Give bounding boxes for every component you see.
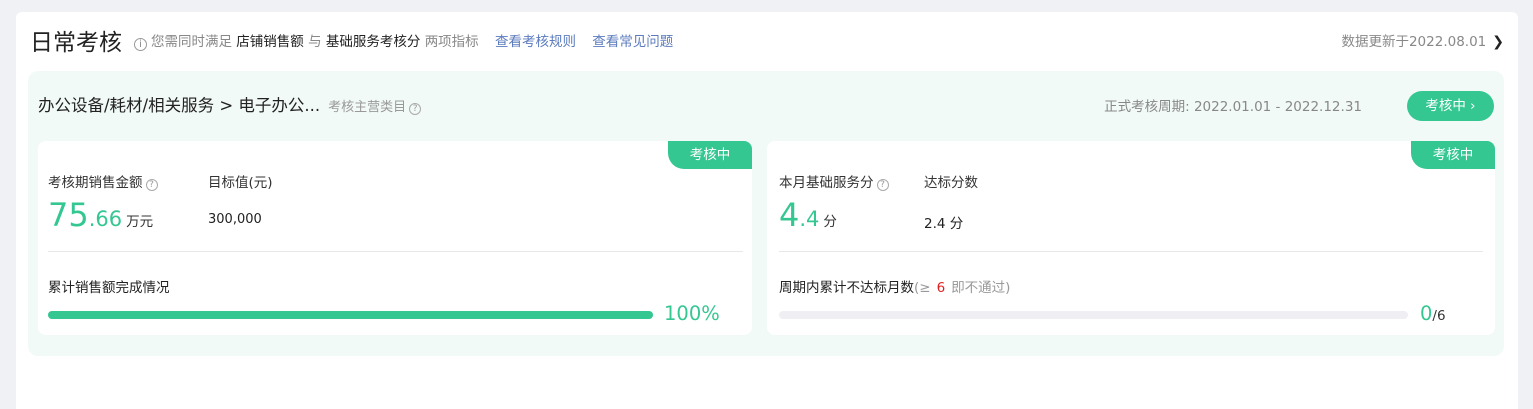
divider (48, 251, 743, 252)
service-value: 4.4 分 (779, 196, 837, 234)
sales-progress-fill (48, 311, 653, 319)
chevron-right-icon: ❯ (1492, 34, 1504, 50)
metric-sales-label: 店铺销售额 (236, 34, 304, 50)
sales-value: 75.66 万元 (48, 196, 154, 234)
failed-months-count: 0/6 (1420, 302, 1446, 325)
failed-months-label: 周期内累计不达标月数(≥ 6 即不通过) (779, 280, 1011, 296)
view-rules-link[interactable]: 查看考核规则 (495, 34, 576, 50)
sales-progress-percent: 100% (664, 302, 720, 325)
help-icon[interactable]: ? (876, 179, 889, 191)
service-metric-label: 本月基础服务分? (779, 171, 889, 191)
view-faq-link[interactable]: 查看常见问题 (592, 34, 673, 50)
assessment-period: 正式考核周期: 2022.01.01 - 2022.12.31 (1104, 99, 1362, 115)
status-badge: 考核中 (1411, 141, 1495, 169)
daily-assessment-card: 日常考核 i 您需同时满足 店铺销售额 与 基础服务考核分 两项指标 查看考核规则… (16, 12, 1518, 409)
help-icon[interactable]: ? (145, 179, 158, 191)
target-label: 目标值(元) (208, 175, 273, 191)
sales-progress-bar (48, 311, 653, 319)
divider (779, 251, 1483, 252)
status-badge: 考核中 (668, 141, 752, 169)
pass-score-value: 2.4 分 (924, 216, 964, 232)
metric-service-label: 基础服务考核分 (325, 34, 421, 50)
category-sub-label: 考核主营类目 (328, 100, 407, 115)
data-update-link[interactable]: 数据更新于2022.08.01 ❯ (1341, 33, 1504, 51)
target-value: 300,000 (208, 212, 262, 227)
status-button[interactable]: 考核中 › (1407, 91, 1494, 121)
category-title: 办公设备/耗材/相关服务 > 电子办公... 考核主营类目? (38, 95, 422, 119)
failed-months-progress-bar (779, 311, 1408, 319)
category-name: 办公设备/耗材/相关服务 > 电子办公... (38, 96, 321, 115)
card-header: 日常考核 i 您需同时满足 店铺销售额 与 基础服务考核分 两项指标 查看考核规则… (16, 12, 1518, 70)
pass-score-label: 达标分数 (924, 175, 978, 191)
help-icon[interactable]: ? (409, 103, 422, 115)
service-card: 考核中 本月基础服务分? 4.4 分 达标分数 2.4 分 周期内累计不达标月数(… (767, 141, 1495, 335)
sales-progress-label: 累计销售额完成情况 (48, 280, 170, 296)
sales-card: 考核中 考核期销售金额? 75.66 万元 目标值(元) 300,000 累计销售… (38, 141, 752, 335)
page-title: 日常考核 (30, 30, 122, 56)
sales-metric-label: 考核期销售金额? (48, 171, 158, 191)
info-icon: i (134, 38, 147, 51)
requirement-tip: i 您需同时满足 店铺销售额 与 基础服务考核分 两项指标 查看考核规则 查看常见… (134, 32, 673, 52)
category-panel: 办公设备/耗材/相关服务 > 电子办公... 考核主营类目? 正式考核周期: 20… (28, 71, 1504, 356)
